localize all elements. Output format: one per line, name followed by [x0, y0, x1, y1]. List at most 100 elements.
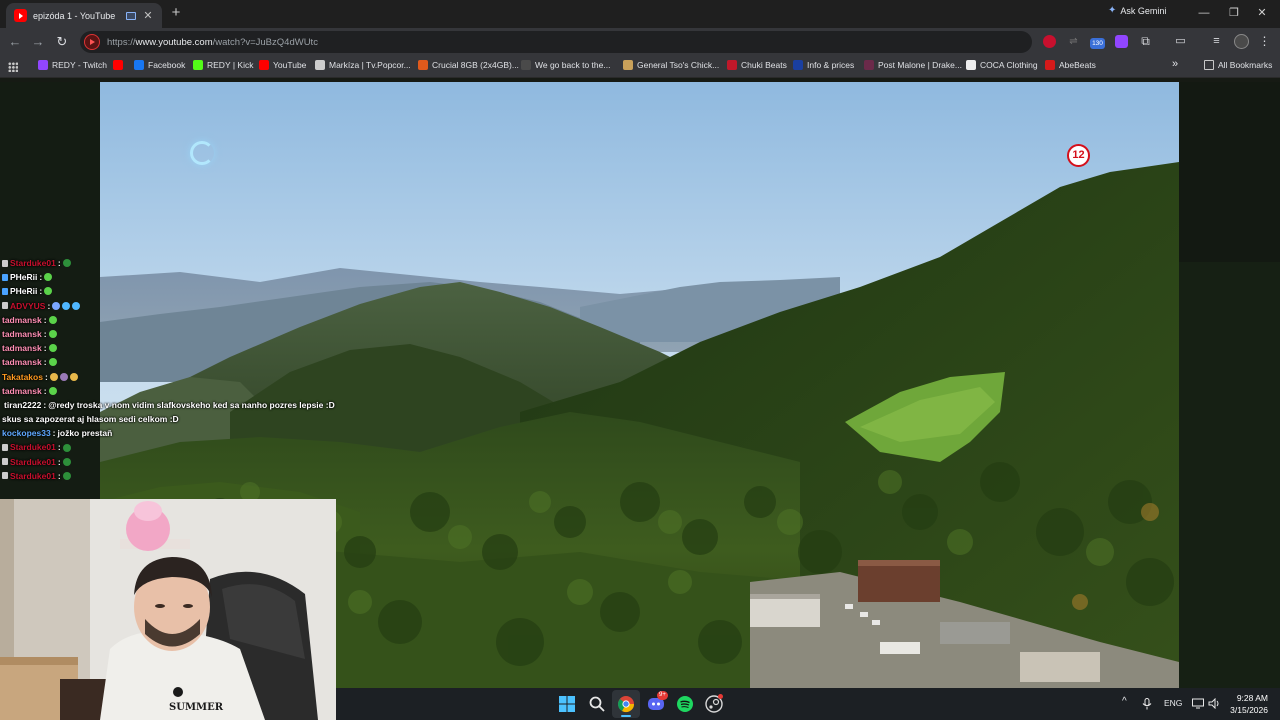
- chat-username[interactable]: ADVYUS: [10, 299, 45, 313]
- tab-close-button[interactable]: ✕: [142, 10, 154, 22]
- chat-separator: :: [43, 357, 47, 368]
- chat-separator: :: [52, 428, 56, 439]
- steam-taskbar-item[interactable]: [705, 694, 723, 713]
- chrome-taskbar-item[interactable]: [612, 690, 640, 718]
- bookmark-favicon-icon: [521, 60, 531, 70]
- new-tab-button[interactable]: +: [168, 5, 184, 21]
- more-bookmarks-button[interactable]: »: [1172, 58, 1178, 70]
- chat-username[interactable]: tadmansk: [2, 313, 42, 327]
- bookmark-item[interactable]: [113, 60, 127, 70]
- chat-username[interactable]: tadmansk: [2, 341, 42, 355]
- site-info-icon[interactable]: [84, 34, 100, 50]
- reload-button[interactable]: ↻: [53, 33, 71, 51]
- clock-time: 9:28 AM: [1236, 693, 1268, 703]
- chat-username[interactable]: PHeRii: [10, 284, 37, 298]
- chat-badge-icon: [2, 273, 8, 281]
- bookmark-label: Markíza | Tv.Popcor...: [329, 60, 411, 70]
- chat-username[interactable]: tadmansk: [2, 355, 42, 369]
- chat-username[interactable]: Starduke01: [10, 256, 56, 270]
- bookmark-item[interactable]: REDY - Twitch: [38, 60, 107, 70]
- bookmark-item[interactable]: Markíza | Tv.Popcor...: [315, 60, 411, 70]
- chat-username[interactable]: Starduke01: [10, 455, 56, 469]
- spotify-icon[interactable]: [676, 695, 694, 713]
- bookmark-item[interactable]: Info & prices: [793, 60, 854, 70]
- chat-username[interactable]: Takatakos: [2, 370, 43, 384]
- bookmark-label: General Tso's Chick...: [637, 60, 720, 70]
- chat-username[interactable]: Starduke01: [10, 469, 56, 483]
- back-button[interactable]: ←: [6, 33, 24, 51]
- extension-gray-icon[interactable]: ⇌: [1067, 35, 1080, 48]
- microphone-icon[interactable]: [1142, 698, 1152, 710]
- minimize-button[interactable]: —: [1194, 4, 1214, 22]
- active-indicator: [621, 715, 631, 717]
- chat-separator: :: [43, 343, 47, 354]
- bookmark-label: Facebook: [148, 60, 186, 70]
- bookmark-label: REDY - Twitch: [52, 60, 107, 70]
- chat-username[interactable]: Starduke01: [10, 440, 56, 454]
- twitch-extension-icon[interactable]: [1115, 35, 1128, 48]
- bookmark-item[interactable]: YouTube: [259, 60, 306, 70]
- bookmark-item[interactable]: We go back to the...: [521, 60, 610, 70]
- chat-emote-icon: [62, 259, 71, 268]
- apps-grid-icon[interactable]: [8, 62, 18, 72]
- chat-separator: :: [43, 314, 47, 325]
- reading-list-icon[interactable]: ≡: [1210, 35, 1223, 48]
- all-bookmarks-button[interactable]: All Bookmarks: [1204, 60, 1272, 70]
- bookmark-label: Info & prices: [807, 60, 855, 70]
- chat-emote-icon: [62, 443, 71, 452]
- taskbar-clock[interactable]: 9:28 AM 3/15/2026: [1218, 692, 1268, 716]
- chat-emote-icon: [49, 372, 58, 381]
- discord-taskbar-item[interactable]: 9+: [647, 691, 668, 713]
- extensions-puzzle-icon[interactable]: ⧉: [1139, 35, 1152, 48]
- ask-gemini-button[interactable]: ✦ Ask Gemini: [1108, 6, 1166, 17]
- windows-start-icon[interactable]: [558, 695, 576, 713]
- tab-media-icon[interactable]: [126, 11, 136, 20]
- bookmark-item[interactable]: COCA Clothing: [966, 60, 1038, 70]
- close-window-button[interactable]: ✕: [1252, 4, 1272, 22]
- bookmark-item[interactable]: AbeBeats: [1045, 60, 1096, 70]
- chat-message: ADVYUS:: [2, 299, 302, 313]
- bookmark-label: Post Malone | Drake...: [878, 60, 962, 70]
- chat-emote-icon: [69, 372, 78, 381]
- bookmark-item[interactable]: Facebook: [134, 60, 185, 70]
- chrome-icon: [617, 696, 635, 713]
- bookmark-item[interactable]: Crucial 8GB (2x4GB)...: [418, 60, 519, 70]
- language-indicator[interactable]: ENG: [1164, 698, 1182, 708]
- address-bar[interactable]: https://www.youtube.com/watch?v=JuBzQ4dW…: [80, 31, 1032, 53]
- chat-username[interactable]: tadmansk: [2, 327, 42, 341]
- chat-username[interactable]: kockopes33: [2, 426, 51, 440]
- search-icon[interactable]: [588, 695, 606, 713]
- network-icon[interactable]: [1192, 698, 1204, 709]
- chat-separator: :: [43, 328, 47, 339]
- bookmark-item[interactable]: Chuki Beats: [727, 60, 787, 70]
- loading-spinner-icon: [190, 141, 214, 165]
- chat-message: Starduke01:: [2, 256, 302, 270]
- bookmark-item[interactable]: General Tso's Chick...: [623, 60, 719, 70]
- chat-username[interactable]: tadmansk: [2, 384, 42, 398]
- chat-message: tiran2222: @redy troska v nom vidim slafk…: [2, 398, 335, 412]
- extension-counter-badge[interactable]: 130: [1090, 38, 1105, 49]
- webcam-scene: [0, 499, 336, 720]
- chat-emote-icon: [48, 315, 57, 324]
- chat-message: PHeRii:: [2, 284, 302, 298]
- chat-username[interactable]: PHeRii: [10, 270, 37, 284]
- maximize-button[interactable]: ❐: [1224, 4, 1244, 22]
- cast-icon[interactable]: ▭: [1174, 35, 1187, 48]
- stream-right-margin: [1179, 82, 1280, 688]
- chat-badge-icon: [2, 444, 8, 452]
- extension-red-icon[interactable]: [1043, 35, 1056, 48]
- all-bookmarks-label: All Bookmarks: [1218, 60, 1273, 70]
- chat-username[interactable]: tiran2222: [4, 398, 41, 412]
- bookmark-favicon-icon: [315, 60, 325, 70]
- profile-avatar[interactable]: [1234, 34, 1249, 49]
- bookmark-item[interactable]: REDY | Kick: [193, 60, 253, 70]
- right-forest-edge: [1179, 82, 1280, 688]
- tray-expand-button[interactable]: ^: [1122, 696, 1127, 707]
- bookmark-item[interactable]: Post Malone | Drake...: [864, 60, 962, 70]
- tab-youtube[interactable]: epizóda 1 - YouTube ✕: [6, 3, 162, 28]
- forward-button[interactable]: →: [29, 33, 47, 51]
- discord-notification-badge: 9+: [657, 691, 668, 700]
- menu-kebab-icon[interactable]: ⋮: [1258, 35, 1271, 48]
- stream-chat-overlay: Starduke01: PHeRii: PHeRii: ADVYUS: tadmansk…: [2, 256, 335, 483]
- bookmark-favicon-icon: [1045, 60, 1055, 70]
